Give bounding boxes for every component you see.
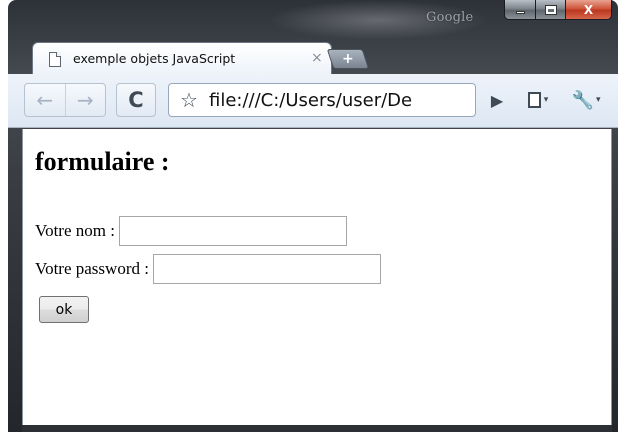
name-row: Votre nom :: [35, 216, 347, 246]
minimize-button[interactable]: [505, 0, 535, 19]
back-arrow-icon: ←: [36, 88, 54, 112]
nav-buttons: ← →: [24, 83, 106, 117]
window-brand: Google: [426, 10, 474, 25]
url-text[interactable]: file:///C:/Users/user/De: [209, 90, 475, 111]
chevron-down-icon: ▾: [595, 95, 601, 105]
forward-arrow-icon: →: [76, 88, 94, 112]
window-controls: X: [504, 0, 612, 20]
ok-button[interactable]: ok: [39, 296, 89, 323]
page-title: formulaire :: [35, 147, 170, 176]
page-icon: [49, 52, 61, 67]
reload-button[interactable]: C: [116, 83, 156, 117]
go-button[interactable]: ▶: [486, 86, 508, 114]
plus-icon: +: [342, 51, 354, 67]
wrench-menu-button[interactable]: 🔧 ▾: [564, 86, 608, 114]
back-button[interactable]: ←: [25, 84, 65, 116]
name-input[interactable]: [118, 216, 347, 246]
window-bottom-frame: [22, 425, 612, 432]
chevron-down-icon: ▾: [543, 95, 549, 105]
tab-strip: exemple objets JavaScript × +: [8, 38, 618, 74]
play-icon: ▶: [490, 90, 504, 110]
page-menu-icon: [527, 92, 541, 108]
browser-toolbar: ← → C ☆ file:///C:/Users/user/De ▶ ▾ 🔧 ▾: [8, 74, 618, 128]
address-bar[interactable]: ☆ file:///C:/Users/user/De: [168, 83, 476, 117]
page-menu-button[interactable]: ▾: [518, 86, 558, 114]
wrench-icon: 🔧: [571, 89, 594, 111]
forward-button[interactable]: →: [64, 84, 106, 116]
maximize-icon: [544, 4, 557, 15]
browser-window: Google X exemple objets JavaScript × + ←…: [8, 0, 618, 432]
password-input[interactable]: [152, 254, 381, 284]
tab-active[interactable]: exemple objets JavaScript ×: [32, 42, 332, 74]
password-row: Votre password :: [35, 254, 381, 284]
new-tab-button[interactable]: +: [326, 49, 370, 69]
close-icon: X: [583, 2, 594, 17]
minimize-icon: [515, 11, 525, 14]
name-label: Votre nom :: [35, 221, 115, 240]
maximize-button[interactable]: [535, 0, 565, 19]
tab-close-icon[interactable]: ×: [311, 50, 323, 66]
tab-title: exemple objets JavaScript: [73, 51, 236, 66]
page-content: formulaire : Votre nom : Votre password …: [22, 129, 612, 425]
close-window-button[interactable]: X: [565, 0, 611, 19]
bookmark-star-icon[interactable]: ☆: [169, 84, 209, 116]
password-label: Votre password :: [35, 259, 149, 278]
reload-icon: C: [128, 88, 144, 112]
